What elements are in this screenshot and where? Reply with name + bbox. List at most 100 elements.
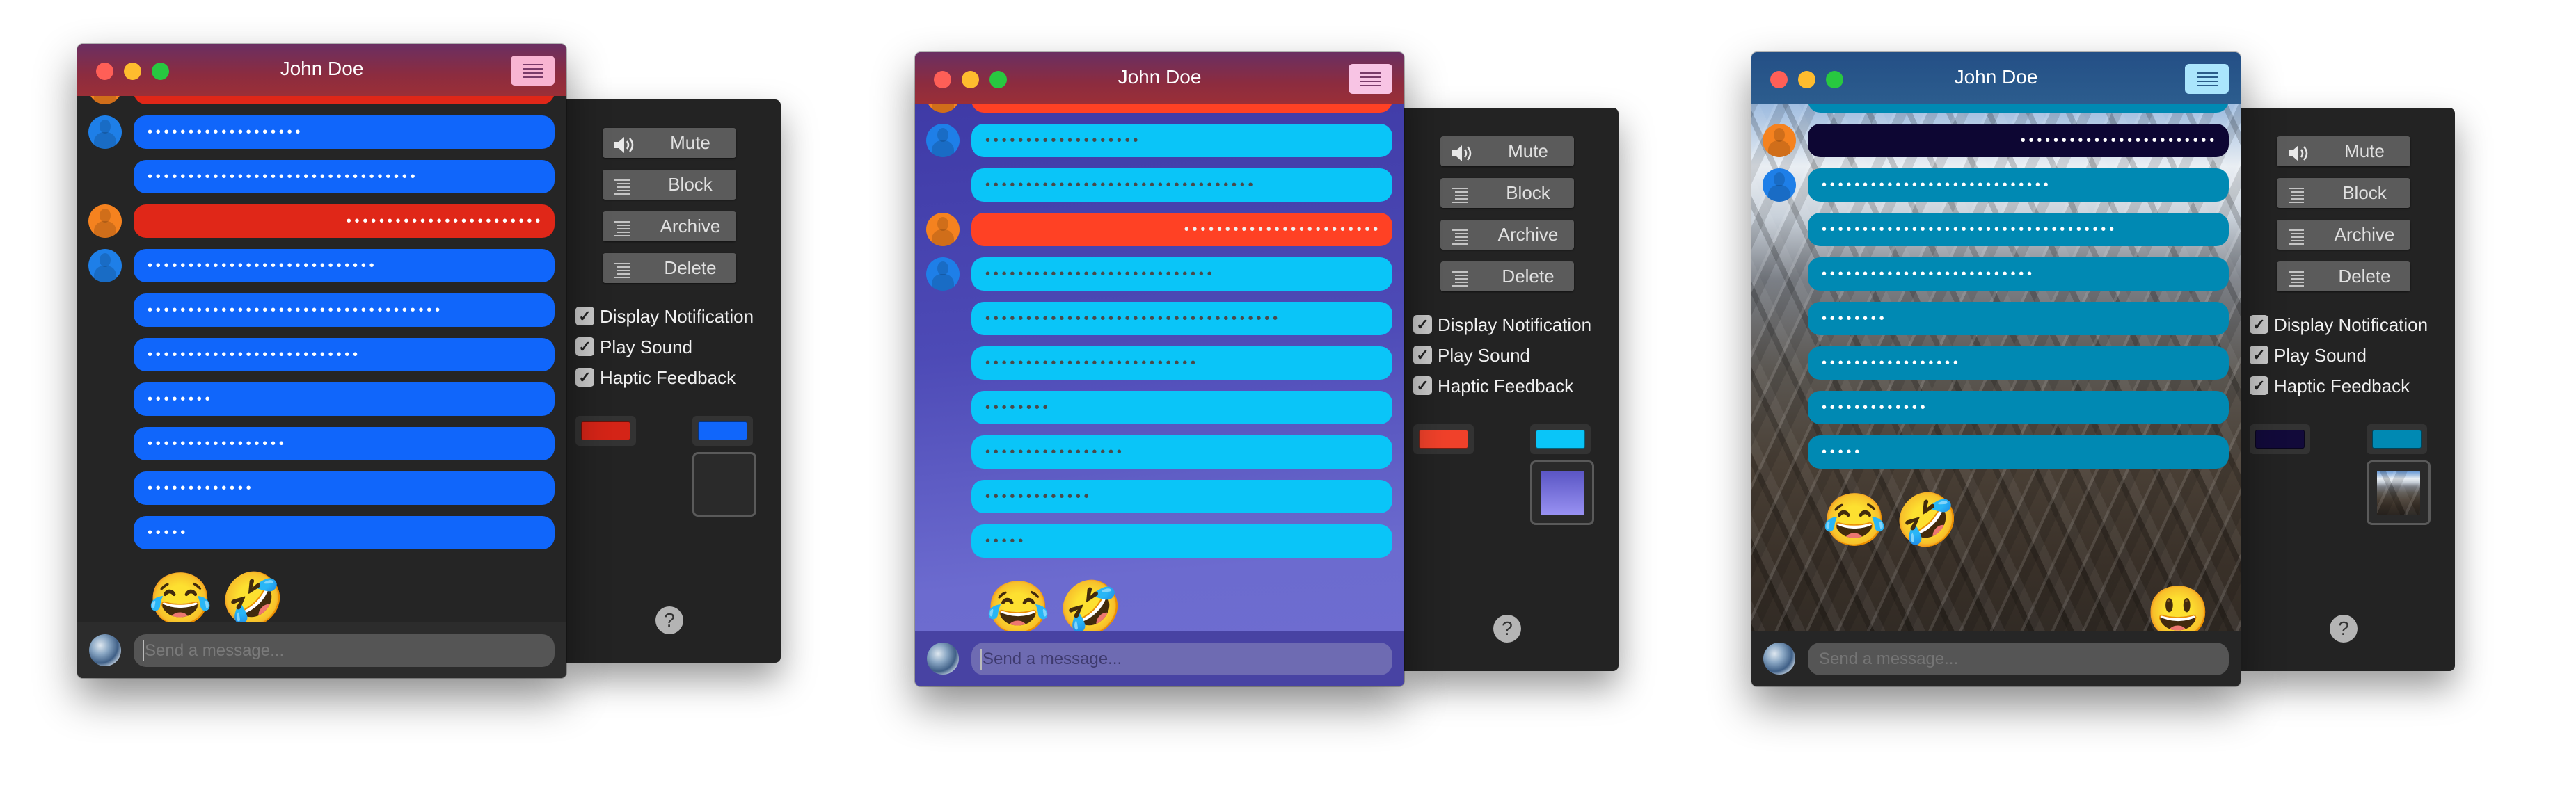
checkbox-display-notification[interactable]: ✓ (1413, 315, 1432, 334)
window-title: John Doe (1118, 66, 1202, 88)
avatar-body (1768, 140, 1790, 157)
checkbox-haptic-feedback[interactable]: ✓ (1413, 376, 1432, 395)
message-bubble[interactable]: •••••••••••••••••••••••• (971, 213, 1392, 246)
background-image-well[interactable] (1530, 460, 1594, 525)
menu-button[interactable] (1349, 64, 1392, 94)
message-bubble[interactable]: ••••••••••••••••••• (134, 115, 555, 149)
message-bubble[interactable]: •••••••• (971, 391, 1392, 424)
help-button[interactable]: ? (655, 606, 683, 634)
message-bubble[interactable]: ••••••••••••• (971, 480, 1392, 513)
message-bubble[interactable]: •••••••••••••••••••••••••• (971, 346, 1392, 380)
button-label: Mute (1508, 140, 1548, 161)
text-caret (143, 640, 144, 661)
incoming-color-swatch (698, 421, 747, 440)
outgoing-color-well[interactable] (2250, 424, 2310, 454)
checkbox-haptic-feedback[interactable]: ✓ (575, 368, 594, 387)
checkbox-play-sound[interactable]: ✓ (2250, 346, 2268, 364)
message-bubble[interactable]: •••••••••••••••••••••••••• (134, 338, 555, 371)
help-button[interactable]: ? (2330, 615, 2358, 643)
user-avatar[interactable] (89, 634, 121, 666)
message-bubble[interactable]: ••••••••••••••••••••••••••••••••• (971, 168, 1392, 202)
message-bubble[interactable] (1808, 104, 2229, 113)
avatar-blue[interactable] (1763, 168, 1796, 202)
message-list[interactable]: ••••••••••••••••••••••••••••••••••••••••… (915, 104, 1404, 631)
message-bubble[interactable]: •••••••• (1808, 302, 2229, 335)
message-bubble[interactable]: •••••••••••••••••••••••••••• (134, 249, 555, 282)
user-avatar[interactable] (1763, 643, 1795, 675)
message-bubble[interactable]: •••••••• (134, 382, 555, 416)
message-bubble[interactable]: ••••••••••••••••••• (971, 124, 1392, 157)
checkbox-play-sound[interactable]: ✓ (575, 337, 594, 356)
background-preview (1541, 471, 1584, 515)
menu-button[interactable] (511, 56, 555, 86)
message-input[interactable]: Send a message... (971, 643, 1392, 675)
message-bubble[interactable]: •••••••••••••••••••••••• (134, 204, 555, 238)
checkbox-haptic-feedback[interactable]: ✓ (2250, 376, 2268, 395)
button-block[interactable]: Block (1440, 178, 1574, 208)
message-input-placeholder: Send a message... (145, 641, 285, 660)
outgoing-color-well[interactable] (1413, 424, 1474, 454)
button-block[interactable]: Block (603, 170, 736, 200)
outgoing-color-well[interactable] (575, 416, 636, 446)
message-bubble[interactable]: •••••••••••••••••••••••••••••••••••• (971, 302, 1392, 335)
avatar-head (1774, 128, 1785, 142)
message-input[interactable]: Send a message... (134, 634, 555, 667)
button-mute[interactable]: Mute (2277, 136, 2410, 166)
background-image-well[interactable] (2367, 460, 2431, 525)
button-delete[interactable]: Delete (603, 253, 736, 283)
avatar-orange[interactable] (926, 213, 960, 246)
background-image-well[interactable] (692, 452, 756, 517)
message-bubble[interactable] (134, 96, 555, 104)
message-bubble[interactable]: ••••••••••••••••• (971, 435, 1392, 469)
emoji-message: 😃 (2146, 583, 2211, 631)
checkbox-label: Play Sound (600, 337, 692, 357)
message-bubble[interactable]: ••••••••••••••••••••••••••••••••• (134, 160, 555, 193)
button-archive[interactable]: Archive (2277, 220, 2410, 250)
menu-button[interactable] (2185, 64, 2229, 94)
user-avatar[interactable] (927, 643, 959, 675)
message-bubble[interactable] (971, 104, 1392, 113)
button-archive[interactable]: Archive (1440, 220, 1574, 250)
message-bubble[interactable]: ••••••••••••••••• (134, 427, 555, 460)
message-bubble[interactable]: •••••••••••••••••••••••••••••••••••• (1808, 213, 2229, 246)
message-bubble[interactable]: ••••••••••••••••• (1808, 346, 2229, 380)
avatar-blue[interactable] (88, 115, 122, 149)
input-bar: Send a message... (1751, 631, 2241, 686)
avatar-blue[interactable] (926, 124, 960, 157)
message-bubble[interactable]: ••••• (134, 516, 555, 549)
message-bubble[interactable]: ••••••••••••• (1808, 391, 2229, 424)
button-delete[interactable]: Delete (1440, 261, 1574, 291)
message-bubble[interactable]: •••••••••••••••••••••••••••• (1808, 168, 2229, 202)
avatar-blue[interactable] (926, 257, 960, 291)
checkbox-play-sound[interactable]: ✓ (1413, 346, 1432, 364)
message-bubble[interactable]: ••••••••••••• (134, 471, 555, 505)
message-list[interactable]: ••••••••••••••••••••••••••••••••••••••••… (1751, 104, 2241, 631)
incoming-color-well[interactable] (2367, 424, 2427, 454)
help-button[interactable]: ? (1493, 615, 1521, 643)
button-delete[interactable]: Delete (2277, 261, 2410, 291)
checkbox-display-notification[interactable]: ✓ (2250, 315, 2268, 334)
button-block[interactable]: Block (2277, 178, 2410, 208)
message-input[interactable]: Send a message... (1808, 643, 2229, 675)
button-archive[interactable]: Archive (603, 211, 736, 241)
message-bubble[interactable]: •••••••••••••••••••••••• (1808, 124, 2229, 157)
button-mute[interactable]: Mute (603, 128, 736, 158)
message-bubble[interactable]: •••••••••••••••••••••••••••••••••••• (134, 293, 555, 327)
button-mute[interactable]: Mute (1440, 136, 1574, 166)
avatar-orange[interactable] (1763, 124, 1796, 157)
avatar-orange[interactable] (88, 96, 122, 104)
message-bubble[interactable]: •••••••••••••••••••••••••• (1808, 257, 2229, 291)
avatar-blue[interactable] (88, 249, 122, 282)
avatar-orange[interactable] (926, 104, 960, 113)
message-bubble[interactable]: •••••••••••••••••••••••••••• (971, 257, 1392, 291)
message-list[interactable]: ••••••••••••••••••••••••••••••••••••••••… (77, 96, 566, 622)
checkbox-display-notification[interactable]: ✓ (575, 307, 594, 325)
list-icon (612, 217, 637, 236)
checkbox-label: Display Notification (600, 306, 754, 327)
avatar-orange[interactable] (88, 204, 122, 238)
incoming-color-well[interactable] (692, 416, 753, 446)
message-bubble[interactable]: ••••• (1808, 435, 2229, 469)
list-icon (1450, 184, 1475, 203)
message-bubble[interactable]: ••••• (971, 524, 1392, 558)
incoming-color-well[interactable] (1530, 424, 1591, 454)
